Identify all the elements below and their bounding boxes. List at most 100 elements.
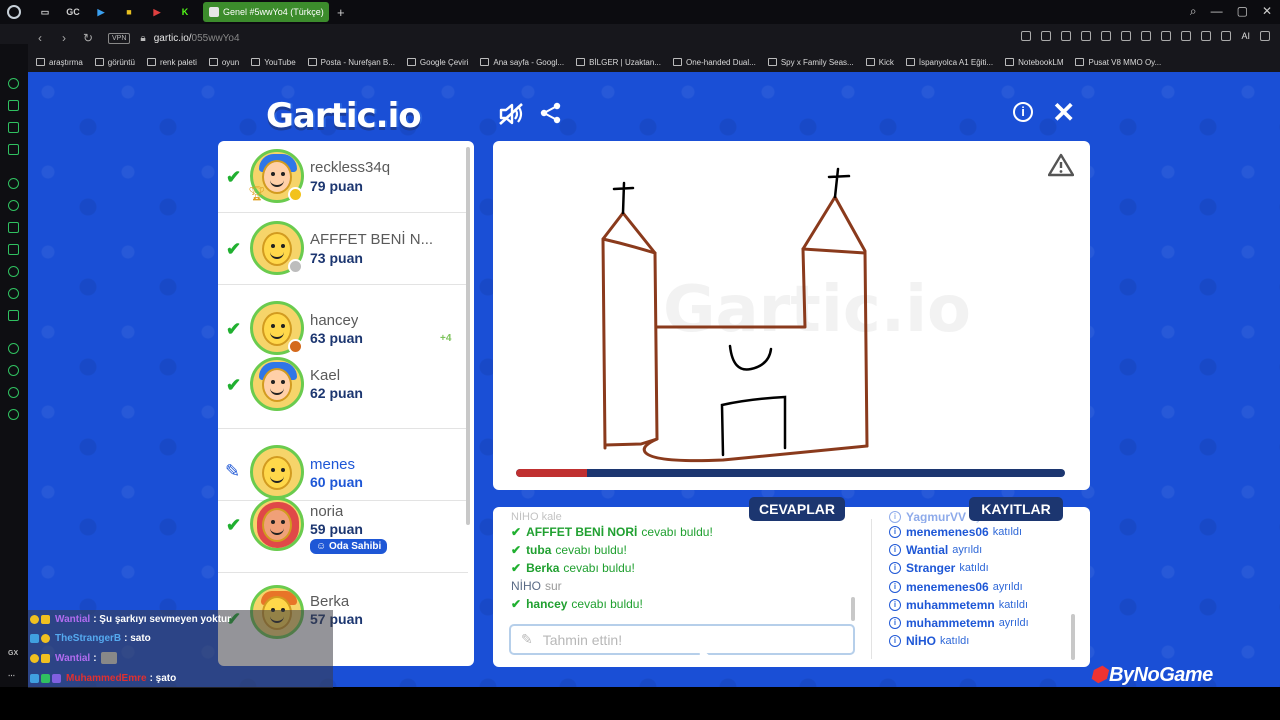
- tab-pinned-gc[interactable]: GC: [66, 6, 80, 18]
- player-row[interactable]: ✔ noria 59 puan ☺ Oda Sahibi: [218, 497, 468, 573]
- discord-icon[interactable]: [8, 222, 19, 233]
- bookmark-item[interactable]: NotebookLM: [1005, 58, 1063, 67]
- youtube-tab-icon[interactable]: ▶: [151, 6, 163, 18]
- menu-icon[interactable]: [1260, 31, 1270, 41]
- bookmark-item[interactable]: İspanyolca A1 Eğiti...: [905, 58, 993, 67]
- guess-input[interactable]: [542, 631, 823, 648]
- tab-answers[interactable]: CEVAPLAR: [749, 497, 845, 521]
- play-store-icon[interactable]: ▶: [95, 6, 107, 18]
- player-row[interactable]: ✔ 🏆︎ reckless34q 79 puan: [218, 141, 468, 213]
- player-icon[interactable]: [8, 343, 19, 354]
- crypto-wallet-icon[interactable]: [1081, 31, 1092, 41]
- camera-icon[interactable]: [1021, 31, 1032, 41]
- cleaner-icon[interactable]: [8, 100, 19, 111]
- bookmark-item[interactable]: Spy x Family Seas...: [767, 58, 854, 67]
- translate-icon[interactable]: [8, 310, 19, 321]
- chat-message: MuhammedEmre : şato: [30, 669, 176, 687]
- badge-icon: [30, 653, 39, 663]
- log-action: katıldı: [992, 526, 1023, 539]
- share-icon[interactable]: [540, 102, 562, 124]
- bookmark-item[interactable]: BİLGER | Uzaktan...: [576, 58, 661, 67]
- player-row-drawing[interactable]: ✎ menes 60 puan: [218, 429, 468, 501]
- log-item: i menemenes06 ayrıldı: [889, 578, 1069, 596]
- vpn-badge[interactable]: VPN: [108, 32, 131, 44]
- history-icon[interactable]: [8, 365, 19, 376]
- tab-pinned-icon[interactable]: ▭: [39, 6, 51, 18]
- close-icon[interactable]: ✕: [1052, 96, 1075, 129]
- players-scrollbar[interactable]: [466, 147, 470, 525]
- url-field[interactable]: gartic.io/055wwYo4: [154, 33, 240, 44]
- heart-icon[interactable]: [1121, 31, 1132, 41]
- bookmark-item[interactable]: araştırma: [36, 58, 83, 67]
- pinned-tab-icon[interactable]: ■: [123, 6, 135, 18]
- whatsapp-icon[interactable]: [8, 200, 19, 211]
- guess-field[interactable]: ✎: [509, 624, 855, 655]
- bookmark-item[interactable]: YouTube: [251, 58, 296, 67]
- maximize-icon[interactable]: ▢: [1237, 4, 1248, 19]
- back-icon[interactable]: ‹: [30, 31, 50, 45]
- answer-item: ✔ Berka cevabı buldu!: [511, 559, 851, 577]
- downloads-icon[interactable]: [1181, 31, 1192, 41]
- active-tab[interactable]: Genel #5wwYo4 (Türkçe): [203, 2, 329, 22]
- report-warning-icon[interactable]: [1048, 153, 1074, 177]
- castle-drawing: Gartic.io: [601, 167, 971, 463]
- bookmark-item[interactable]: oyun: [208, 58, 239, 67]
- logs-scrollbar[interactable]: [1071, 614, 1075, 660]
- avatar: [250, 357, 304, 411]
- mods-icon[interactable]: [8, 144, 19, 155]
- bookmark-label: NotebookLM: [1018, 57, 1064, 67]
- info-icon[interactable]: i: [1013, 102, 1033, 122]
- document-icon[interactable]: [1141, 31, 1152, 41]
- extensions-icon[interactable]: [1161, 31, 1172, 41]
- gx-corner-icon[interactable]: GX: [8, 650, 19, 661]
- kick-tab-icon[interactable]: K: [179, 6, 191, 18]
- bookmark-item[interactable]: Ana sayfa - Googl...: [480, 58, 564, 67]
- player-name: menes: [310, 456, 356, 473]
- bookmark-item[interactable]: Google Çeviri: [406, 58, 468, 67]
- bookmark-label: One-handed Dual...: [685, 57, 756, 67]
- bookmark-label: Posta - Nurefşan B...: [320, 57, 395, 67]
- player-row[interactable]: ✔ Kael 62 puan: [218, 355, 468, 429]
- limiter-icon[interactable]: [8, 122, 19, 133]
- drawing-canvas[interactable]: Gartic.io: [493, 141, 1090, 490]
- bookmark-item[interactable]: Kick: [865, 58, 894, 67]
- bookmark-item[interactable]: Pusat V8 MMO Oy...: [1075, 58, 1161, 67]
- gallery-icon[interactable]: [1221, 31, 1232, 41]
- player-row[interactable]: ✔ hancey 63 puan +4: [218, 285, 468, 355]
- chat-user: Wantial: [55, 652, 91, 664]
- mute-icon[interactable]: [498, 102, 524, 126]
- reload-icon[interactable]: ↻: [78, 31, 98, 45]
- chatgpt-icon[interactable]: [8, 178, 19, 189]
- opera-logo-icon[interactable]: [7, 5, 21, 19]
- screenshot-icon[interactable]: [1041, 31, 1052, 41]
- search-icon[interactable]: ⌕: [1190, 4, 1197, 19]
- bookmark-item[interactable]: One-handed Dual...: [672, 57, 756, 67]
- lock-icon[interactable]: 🔒︎: [140, 33, 145, 44]
- aria-ai-button[interactable]: AI: [1241, 31, 1250, 41]
- new-tab-button[interactable]: +: [337, 5, 345, 20]
- tab-logs[interactable]: KAYITLAR: [969, 497, 1063, 521]
- bookmark-item[interactable]: görüntü: [94, 58, 135, 67]
- log-user: Stranger: [906, 561, 956, 576]
- sponsor-logo[interactable]: ⬢ ByNoGame: [1090, 662, 1213, 687]
- chat-text: : Şu şarkıyı sevmeyen yoktur: [93, 613, 232, 625]
- instagram-icon[interactable]: [8, 244, 19, 255]
- minimize-icon[interactable]: —: [1211, 4, 1223, 19]
- bookmark-item[interactable]: Posta - Nurefşan B...: [307, 57, 395, 67]
- answer-item: ✔ hancey cevabı buldu!: [511, 595, 851, 613]
- answers-scrollbar[interactable]: [851, 597, 855, 621]
- bookmark-item[interactable]: renk paleti: [146, 58, 197, 67]
- close-window-icon[interactable]: ✕: [1262, 4, 1272, 19]
- shield-icon[interactable]: [1061, 31, 1072, 41]
- speed-dial-icon[interactable]: [8, 78, 19, 89]
- play-icon[interactable]: [1101, 31, 1112, 41]
- edit-icon[interactable]: [1201, 31, 1212, 41]
- chat-user: TheStrangerB: [55, 632, 122, 644]
- forward-icon[interactable]: ›: [54, 31, 74, 45]
- x-icon[interactable]: [8, 288, 19, 299]
- settings-icon[interactable]: [8, 409, 19, 420]
- pinboard-icon[interactable]: [8, 387, 19, 398]
- more-icon[interactable]: ⋯: [8, 672, 19, 683]
- player-row[interactable]: ✔ AFFFET BENİ N... 73 puan: [218, 213, 468, 285]
- tiktok-icon[interactable]: [8, 266, 19, 277]
